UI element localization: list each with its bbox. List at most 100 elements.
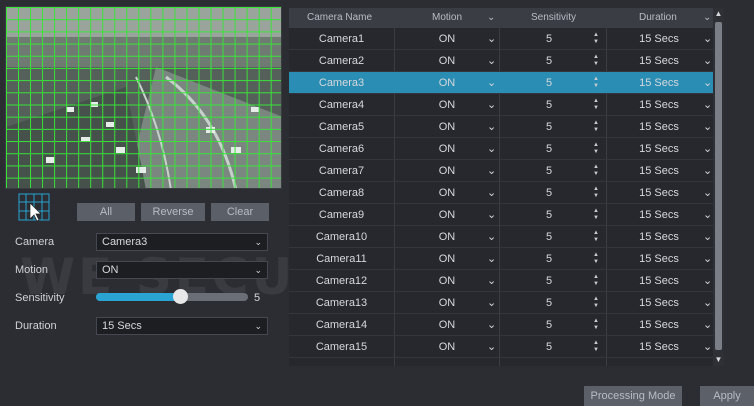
cell-sensitivity[interactable]: 5 bbox=[519, 72, 579, 94]
cell-sensitivity[interactable]: 5 bbox=[519, 28, 579, 50]
spin-up-icon[interactable]: ▲ bbox=[592, 252, 600, 259]
table-row[interactable]: Camera8 ON ⌄ 5 ▲ ▼ 15 Secs ⌄ bbox=[289, 182, 713, 204]
spin-up-icon[interactable]: ▲ bbox=[592, 76, 600, 83]
duration-select[interactable]: 15 Secs ⌄ bbox=[96, 317, 268, 335]
chevron-down-icon[interactable]: ⌄ bbox=[487, 182, 496, 204]
cell-sensitivity[interactable]: 5 bbox=[519, 94, 579, 116]
sensitivity-slider[interactable] bbox=[96, 289, 248, 304]
cell-duration[interactable]: 15 Secs bbox=[619, 28, 699, 50]
spin-up-icon[interactable]: ▲ bbox=[592, 120, 600, 127]
spin-up-icon[interactable]: ▲ bbox=[592, 164, 600, 171]
cell-motion[interactable]: ON bbox=[407, 182, 487, 204]
cell-motion[interactable]: ON bbox=[407, 292, 487, 314]
cell-duration[interactable]: 15 Secs bbox=[619, 50, 699, 72]
chevron-down-icon[interactable]: ⌄ bbox=[487, 314, 496, 336]
cell-sensitivity[interactable]: 5 bbox=[519, 292, 579, 314]
draw-region-cursor-icon[interactable] bbox=[18, 193, 52, 223]
chevron-down-icon[interactable]: ⌄ bbox=[703, 314, 712, 336]
chevron-down-icon[interactable]: ⌄ bbox=[703, 292, 712, 314]
table-row[interactable]: Camera6 ON ⌄ 5 ▲ ▼ 15 Secs ⌄ bbox=[289, 138, 713, 160]
sensitivity-slider-thumb[interactable] bbox=[172, 289, 188, 304]
spin-up-icon[interactable]: ▲ bbox=[592, 186, 600, 193]
chevron-down-icon[interactable]: ⌄ bbox=[703, 28, 712, 50]
header-duration-chevron-icon[interactable]: ⌄ bbox=[703, 8, 711, 28]
spin-down-icon[interactable]: ▼ bbox=[592, 149, 600, 156]
cell-motion[interactable]: ON bbox=[407, 94, 487, 116]
cell-duration[interactable]: 15 Secs bbox=[619, 72, 699, 94]
sensitivity-spinner[interactable]: ▲ ▼ bbox=[592, 54, 600, 68]
cell-duration[interactable]: 15 Secs bbox=[619, 248, 699, 270]
header-motion-chevron-icon[interactable]: ⌄ bbox=[487, 8, 495, 28]
chevron-down-icon[interactable]: ⌄ bbox=[487, 336, 496, 358]
table-row[interactable]: Camera3 ON ⌄ 5 ▲ ▼ 15 Secs ⌄ bbox=[289, 72, 713, 94]
table-row[interactable]: Camera4 ON ⌄ 5 ▲ ▼ 15 Secs ⌄ bbox=[289, 94, 713, 116]
chevron-down-icon[interactable]: ⌄ bbox=[703, 270, 712, 292]
cell-motion[interactable]: ON bbox=[407, 270, 487, 292]
chevron-down-icon[interactable]: ⌄ bbox=[487, 160, 496, 182]
cell-motion[interactable]: ON bbox=[407, 314, 487, 336]
chevron-down-icon[interactable]: ⌄ bbox=[703, 138, 712, 160]
chevron-down-icon[interactable]: ⌄ bbox=[487, 248, 496, 270]
sensitivity-spinner[interactable]: ▲ ▼ bbox=[592, 76, 600, 90]
spin-down-icon[interactable]: ▼ bbox=[592, 347, 600, 354]
sensitivity-spinner[interactable]: ▲ ▼ bbox=[592, 98, 600, 112]
spin-down-icon[interactable]: ▼ bbox=[592, 303, 600, 310]
camera-select[interactable]: Camera3 ⌄ bbox=[96, 233, 268, 251]
table-row[interactable]: Camera11 ON ⌄ 5 ▲ ▼ 15 Secs ⌄ bbox=[289, 248, 713, 270]
chevron-down-icon[interactable]: ⌄ bbox=[487, 204, 496, 226]
scrollbar-thumb[interactable] bbox=[715, 22, 722, 350]
chevron-down-icon[interactable]: ⌄ bbox=[703, 50, 712, 72]
spin-down-icon[interactable]: ▼ bbox=[592, 325, 600, 332]
table-row[interactable]: Camera14 ON ⌄ 5 ▲ ▼ 15 Secs ⌄ bbox=[289, 314, 713, 336]
spin-down-icon[interactable]: ▼ bbox=[592, 237, 600, 244]
table-row[interactable]: Camera15 ON ⌄ 5 ▲ ▼ 15 Secs ⌄ bbox=[289, 336, 713, 358]
sensitivity-spinner[interactable]: ▲ ▼ bbox=[592, 252, 600, 266]
table-row[interactable]: Camera9 ON ⌄ 5 ▲ ▼ 15 Secs ⌄ bbox=[289, 204, 713, 226]
chevron-down-icon[interactable]: ⌄ bbox=[487, 292, 496, 314]
sensitivity-spinner[interactable]: ▲ ▼ bbox=[592, 296, 600, 310]
table-row[interactable]: Camera5 ON ⌄ 5 ▲ ▼ 15 Secs ⌄ bbox=[289, 116, 713, 138]
chevron-down-icon[interactable]: ⌄ bbox=[487, 226, 496, 248]
chevron-down-icon[interactable]: ⌄ bbox=[703, 226, 712, 248]
spin-down-icon[interactable]: ▼ bbox=[592, 259, 600, 266]
chevron-down-icon[interactable]: ⌄ bbox=[487, 50, 496, 72]
cell-duration[interactable]: 15 Secs bbox=[619, 138, 699, 160]
cell-sensitivity[interactable]: 5 bbox=[519, 138, 579, 160]
table-scrollbar[interactable]: ▲ ▼ bbox=[713, 8, 724, 366]
chevron-down-icon[interactable]: ⌄ bbox=[487, 116, 496, 138]
cell-duration[interactable]: 15 Secs bbox=[619, 116, 699, 138]
sensitivity-spinner[interactable]: ▲ ▼ bbox=[592, 340, 600, 354]
sensitivity-spinner[interactable]: ▲ ▼ bbox=[592, 186, 600, 200]
cell-duration[interactable]: 15 Secs bbox=[619, 182, 699, 204]
table-row[interactable]: Camera13 ON ⌄ 5 ▲ ▼ 15 Secs ⌄ bbox=[289, 292, 713, 314]
chevron-down-icon[interactable]: ⌄ bbox=[703, 116, 712, 138]
select-all-button[interactable]: All bbox=[77, 203, 135, 221]
spin-down-icon[interactable]: ▼ bbox=[592, 193, 600, 200]
cell-sensitivity[interactable]: 5 bbox=[519, 160, 579, 182]
cell-sensitivity[interactable]: 5 bbox=[519, 248, 579, 270]
cell-sensitivity[interactable]: 5 bbox=[519, 182, 579, 204]
sensitivity-spinner[interactable]: ▲ ▼ bbox=[592, 164, 600, 178]
cell-duration[interactable]: 15 Secs bbox=[619, 270, 699, 292]
cell-sensitivity[interactable]: 5 bbox=[519, 226, 579, 248]
cell-sensitivity[interactable]: 5 bbox=[519, 270, 579, 292]
cell-motion[interactable]: ON bbox=[407, 226, 487, 248]
spin-up-icon[interactable]: ▲ bbox=[592, 32, 600, 39]
cell-sensitivity[interactable]: 5 bbox=[519, 336, 579, 358]
spin-up-icon[interactable]: ▲ bbox=[592, 208, 600, 215]
spin-down-icon[interactable]: ▼ bbox=[592, 39, 600, 46]
table-row[interactable]: Camera12 ON ⌄ 5 ▲ ▼ 15 Secs ⌄ bbox=[289, 270, 713, 292]
sensitivity-spinner[interactable]: ▲ ▼ bbox=[592, 318, 600, 332]
spin-down-icon[interactable]: ▼ bbox=[592, 83, 600, 90]
cell-motion[interactable]: ON bbox=[407, 248, 487, 270]
cell-motion[interactable]: ON bbox=[407, 204, 487, 226]
spin-up-icon[interactable]: ▲ bbox=[592, 274, 600, 281]
table-row[interactable]: Camera1 ON ⌄ 5 ▲ ▼ 15 Secs ⌄ bbox=[289, 28, 713, 50]
cell-motion[interactable]: ON bbox=[407, 28, 487, 50]
chevron-down-icon[interactable]: ⌄ bbox=[703, 336, 712, 358]
spin-up-icon[interactable]: ▲ bbox=[592, 296, 600, 303]
cell-duration[interactable]: 15 Secs bbox=[619, 292, 699, 314]
scroll-down-icon[interactable]: ▼ bbox=[713, 354, 724, 366]
sensitivity-spinner[interactable]: ▲ ▼ bbox=[592, 274, 600, 288]
motion-select[interactable]: ON ⌄ bbox=[96, 261, 268, 279]
